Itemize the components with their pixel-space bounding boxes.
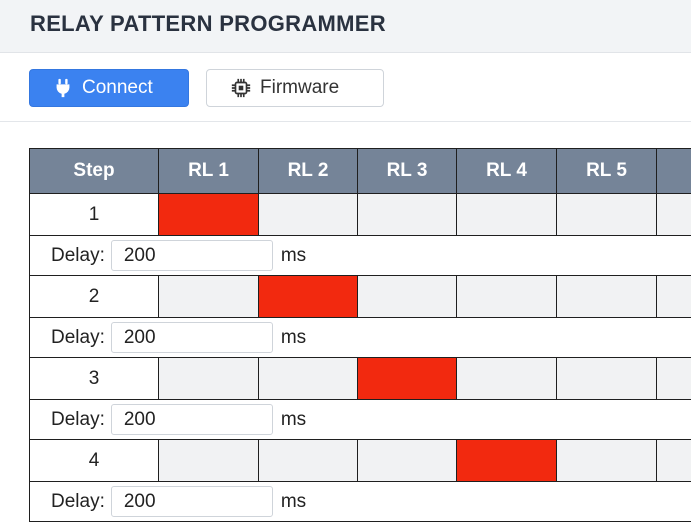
relay-cell-rl2[interactable] xyxy=(258,275,358,318)
relay-cell-rl1[interactable] xyxy=(158,439,259,482)
relay-cell-rl3[interactable] xyxy=(357,439,457,482)
delay-row: Delay: ms xyxy=(29,399,691,440)
delay-control: Delay: ms xyxy=(30,483,691,521)
app-header: RELAY PATTERN PROGRAMMER xyxy=(0,0,691,53)
relay-cell-rl2[interactable] xyxy=(258,439,358,482)
plug-icon xyxy=(52,77,74,99)
relay-cell-rl4[interactable] xyxy=(456,193,557,236)
relay-cell-rl1[interactable] xyxy=(158,275,259,318)
delay-label: Delay: xyxy=(51,244,105,266)
relay-cell-rl2[interactable] xyxy=(258,193,358,236)
column-header-relay: RL 2 xyxy=(258,148,358,194)
delay-control: Delay: ms xyxy=(30,319,691,357)
column-header-relay: RL 4 xyxy=(456,148,557,194)
delay-label: Delay: xyxy=(51,408,105,430)
step-row: 4 xyxy=(29,439,691,482)
connect-button[interactable]: Connect xyxy=(29,69,189,107)
column-header-relay: RL 1 xyxy=(158,148,259,194)
delay-unit: ms xyxy=(280,408,307,430)
relay-cell-rl6[interactable] xyxy=(656,357,691,400)
delay-input[interactable] xyxy=(110,322,273,353)
grid-header-row: StepRL 1RL 2RL 3RL 4RL 5RL 6 xyxy=(29,148,691,194)
step-row: 3 xyxy=(29,357,691,400)
delay-unit: ms xyxy=(280,326,307,348)
delay-control: Delay: ms xyxy=(30,401,691,439)
connect-label: Connect xyxy=(82,77,153,98)
column-header-relay: RL 5 xyxy=(556,148,657,194)
step-row: 1 xyxy=(29,193,691,236)
relay-cell-rl3[interactable] xyxy=(357,193,457,236)
step-number: 3 xyxy=(29,357,159,400)
relay-cell-rl6[interactable] xyxy=(656,193,691,236)
chip-icon xyxy=(230,77,252,99)
delay-input[interactable] xyxy=(110,404,273,435)
delay-unit: ms xyxy=(280,244,307,266)
relay-cell-rl1[interactable] xyxy=(158,193,259,236)
relay-cell-rl5[interactable] xyxy=(556,193,657,236)
relay-cell-rl1[interactable] xyxy=(158,357,259,400)
column-header-relay: RL 6 xyxy=(656,148,691,194)
relay-grid: StepRL 1RL 2RL 3RL 4RL 5RL 6 1Delay:ms2D… xyxy=(29,148,691,522)
delay-input[interactable] xyxy=(110,240,273,271)
step-row: 2 xyxy=(29,275,691,318)
relay-cell-rl4[interactable] xyxy=(456,439,557,482)
firmware-button[interactable]: Firmware xyxy=(206,69,384,107)
firmware-label: Firmware xyxy=(260,77,340,98)
relay-cell-rl4[interactable] xyxy=(456,357,557,400)
relay-cell-rl4[interactable] xyxy=(456,275,557,318)
column-header-relay: RL 3 xyxy=(357,148,457,194)
column-header-step: Step xyxy=(29,148,159,194)
delay-unit: ms xyxy=(280,490,307,512)
relay-cell-rl3[interactable] xyxy=(357,275,457,318)
delay-row: Delay: ms xyxy=(29,235,691,276)
delay-row: Delay: ms xyxy=(29,317,691,358)
page-title: RELAY PATTERN PROGRAMMER xyxy=(30,11,386,36)
delay-control: Delay: ms xyxy=(30,237,691,275)
delay-label: Delay: xyxy=(51,490,105,512)
delay-row: Delay: ms xyxy=(29,481,691,522)
relay-cell-rl5[interactable] xyxy=(556,357,657,400)
relay-cell-rl2[interactable] xyxy=(258,357,358,400)
step-number: 4 xyxy=(29,439,159,482)
delay-label: Delay: xyxy=(51,326,105,348)
step-number: 2 xyxy=(29,275,159,318)
relay-cell-rl6[interactable] xyxy=(656,275,691,318)
relay-cell-rl3[interactable] xyxy=(357,357,457,400)
toolbar: Connect Firmware xyxy=(0,54,691,122)
step-number: 1 xyxy=(29,193,159,236)
delay-input[interactable] xyxy=(110,486,273,517)
relay-cell-rl6[interactable] xyxy=(656,439,691,482)
relay-cell-rl5[interactable] xyxy=(556,275,657,318)
relay-cell-rl5[interactable] xyxy=(556,439,657,482)
